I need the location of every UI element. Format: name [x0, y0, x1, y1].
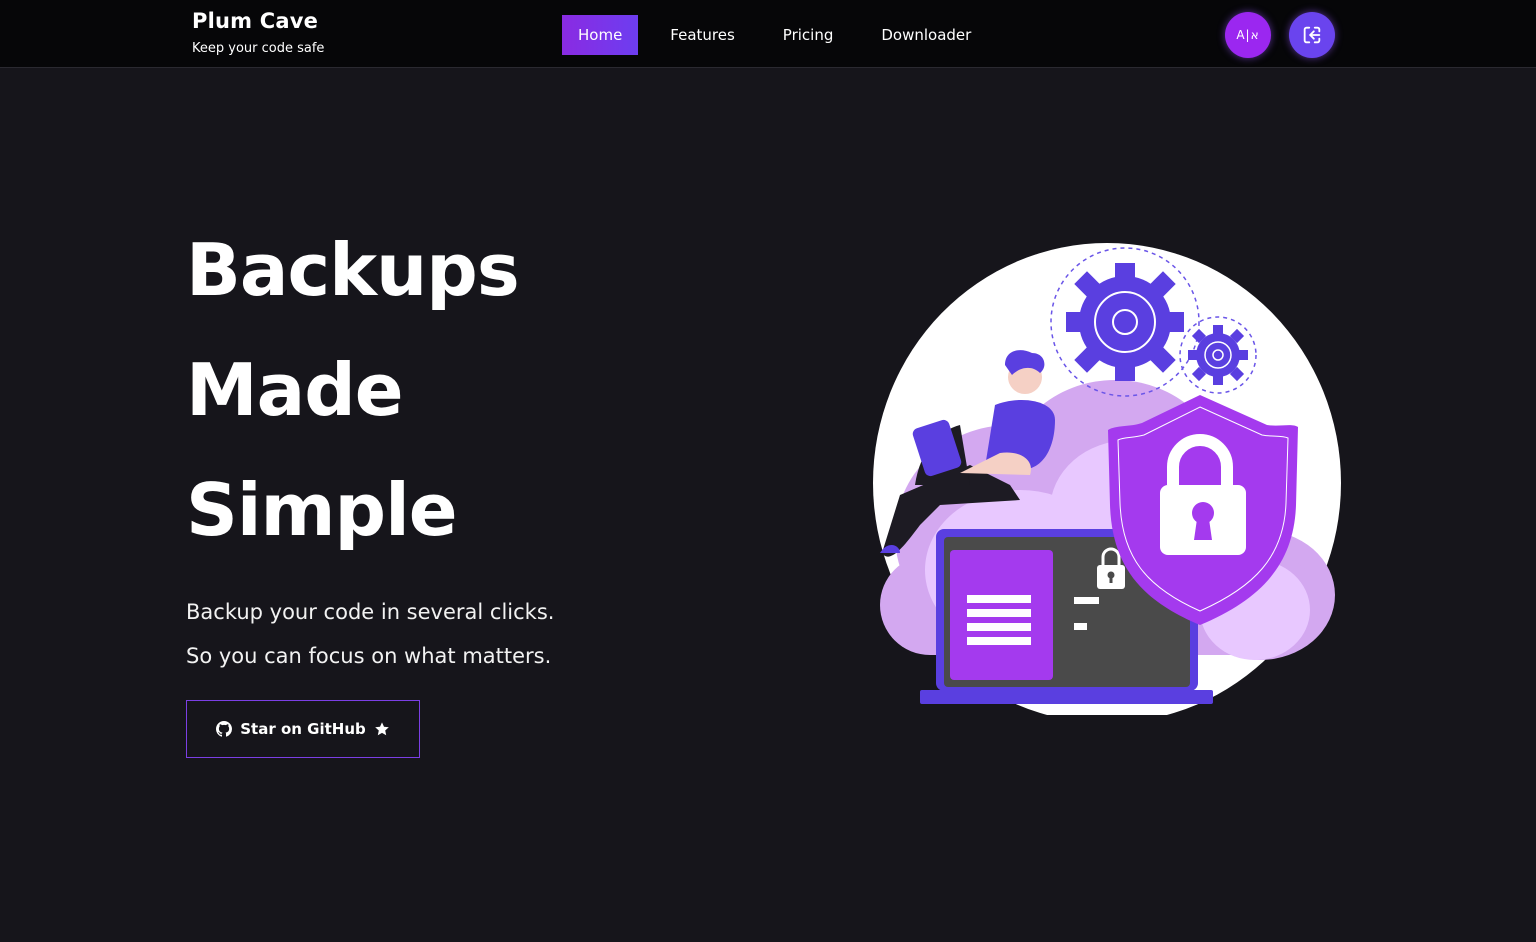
github-icon — [216, 721, 233, 737]
translate-icon: A|א — [1236, 28, 1260, 42]
nav-pricing[interactable]: Pricing — [767, 15, 850, 55]
nav-home[interactable]: Home — [562, 15, 639, 55]
star-on-github-button[interactable]: Star on GitHub — [186, 700, 420, 758]
main-nav: Home Features Pricing Downloader — [562, 15, 987, 55]
security-backup-illustration — [873, 243, 1341, 715]
brand-subtitle: Keep your code safe — [192, 41, 325, 56]
star-icon — [374, 721, 390, 737]
hero-title-line: Backups — [186, 228, 520, 312]
login-icon — [1303, 26, 1321, 44]
hero-subtitle-line: So you can focus on what matters. — [186, 644, 552, 668]
nav-downloader[interactable]: Downloader — [865, 15, 987, 55]
hero-title-line: Made — [186, 348, 404, 432]
hero-subtitle: Backup your code in several clicks. So y… — [186, 590, 554, 678]
hero-title: Backups Made Simple — [186, 210, 520, 570]
brand[interactable]: Plum Cave Keep your code safe — [192, 9, 324, 56]
brand-title: Plum Cave — [192, 9, 319, 33]
top-navbar: Plum Cave Keep your code safe Home Featu… — [0, 0, 1536, 68]
hero-title-line: Simple — [186, 468, 458, 552]
login-button[interactable] — [1289, 12, 1335, 58]
star-on-github-label: Star on GitHub — [240, 720, 366, 738]
language-toggle-button[interactable]: A|א — [1225, 12, 1271, 58]
hero-subtitle-line: Backup your code in several clicks. — [186, 600, 555, 624]
nav-features[interactable]: Features — [654, 15, 751, 55]
